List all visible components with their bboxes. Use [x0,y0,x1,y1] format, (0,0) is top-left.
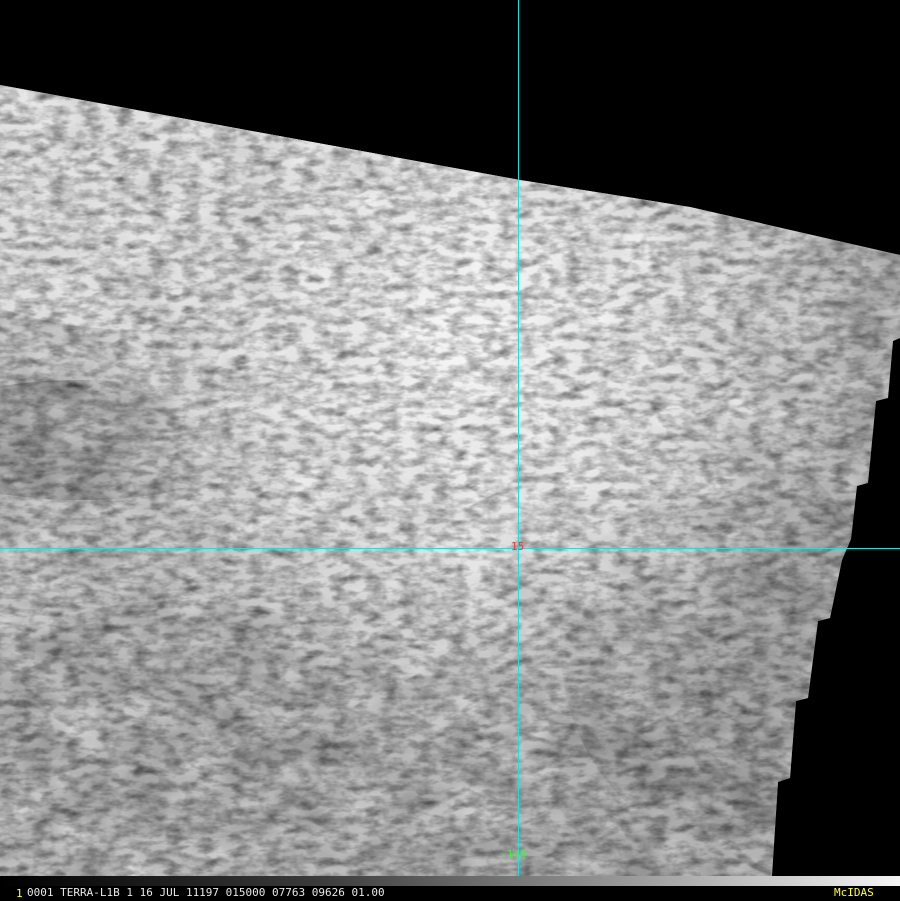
satellite-image-viewport[interactable]: 15 -140 [0,0,900,886]
satellite-imagery [0,0,900,876]
software-label: McIDAS [834,886,874,899]
latitude-label: 15 [511,540,525,553]
image-info-text: 0001 TERRA-L1B 1 16 JUL 11197 015000 077… [27,886,385,899]
longitude-label: -140 [500,848,527,861]
brightness-scale-strip [0,876,900,886]
frame-number[interactable]: 1 [16,887,23,901]
status-bar: 1 0001 TERRA-L1B 1 16 JUL 11197 015000 0… [0,886,900,900]
